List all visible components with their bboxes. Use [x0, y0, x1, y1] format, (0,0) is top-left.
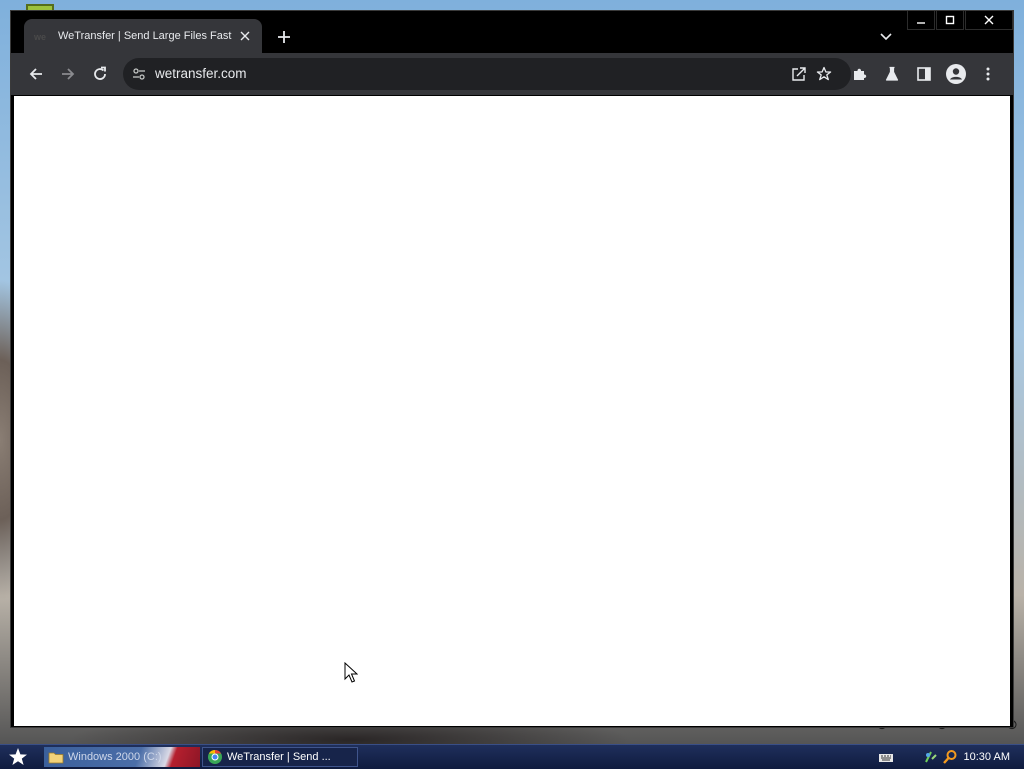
minimize-button[interactable] — [907, 11, 935, 30]
profile-button[interactable] — [944, 62, 968, 86]
minimize-icon — [917, 22, 925, 24]
arrow-right-icon — [62, 68, 75, 80]
tab-close-icon[interactable] — [236, 27, 254, 45]
side-panel-button[interactable] — [912, 62, 936, 86]
url-text: wetransfer.com — [155, 66, 247, 81]
browser-toolbar: wetransfer.com — [11, 53, 1013, 95]
avatar-icon — [946, 64, 966, 84]
taskbar-item-label: WeTransfer | Send ... — [227, 751, 331, 763]
svg-text:we: we — [34, 32, 46, 41]
forward-button[interactable] — [56, 62, 80, 86]
menu-button[interactable] — [976, 62, 1000, 86]
plus-icon — [278, 31, 290, 43]
folder-icon — [48, 752, 64, 764]
star-icon — [9, 748, 27, 765]
chrome-icon — [208, 749, 222, 764]
back-button[interactable] — [24, 62, 48, 86]
kebab-menu-icon — [986, 67, 990, 81]
taskbar-item-label: Windows 2000 (C:) — [68, 751, 162, 763]
address-bar[interactable]: wetransfer.com — [123, 58, 851, 90]
close-window-button[interactable] — [965, 11, 1013, 30]
search-icon[interactable] — [942, 749, 958, 769]
labs-button[interactable] — [880, 62, 904, 86]
close-icon — [984, 15, 994, 25]
tab-title: WeTransfer | Send Large Files Fast — [58, 30, 232, 42]
maximize-icon — [945, 15, 955, 25]
side-panel-icon — [917, 67, 931, 81]
puzzle-icon — [854, 68, 867, 80]
flask-icon — [885, 66, 899, 81]
tab-strip: we WeTransfer | Send Large Files Fast — [11, 11, 1013, 53]
network-icon[interactable] — [923, 749, 939, 769]
chevron-down-icon — [880, 33, 892, 41]
keyboard-icon[interactable] — [878, 749, 894, 768]
new-tab-button[interactable] — [273, 26, 295, 48]
tab-wetransfer[interactable]: we WeTransfer | Send Large Files Fast — [24, 19, 262, 53]
clock[interactable]: 10:30 AM — [964, 745, 1010, 769]
window-controls — [906, 11, 1013, 31]
star-icon — [816, 66, 832, 81]
extensions-button[interactable] — [848, 62, 872, 86]
browser-window: we WeTransfer | Send Large Files Fast we… — [10, 10, 1014, 728]
taskbar: Windows 2000 (C:) WeTransfer | Send ... … — [0, 744, 1024, 769]
tune-icon[interactable] — [131, 66, 147, 82]
share-icon — [792, 67, 806, 81]
page-content[interactable] — [14, 96, 1010, 726]
taskbar-item-explorer[interactable]: Windows 2000 (C:) — [44, 747, 200, 767]
taskbar-item-browser[interactable]: WeTransfer | Send ... — [202, 747, 358, 767]
reload-icon — [94, 66, 106, 80]
bookmark-button[interactable] — [812, 62, 836, 86]
reload-button[interactable] — [88, 62, 112, 86]
tab-search-button[interactable] — [875, 26, 897, 48]
arrow-left-icon — [29, 68, 42, 80]
maximize-button[interactable] — [936, 11, 964, 30]
share-button[interactable] — [787, 62, 811, 86]
wetransfer-favicon-icon: we — [34, 28, 50, 44]
mouse-cursor-icon — [344, 662, 358, 683]
start-button[interactable] — [4, 746, 32, 768]
